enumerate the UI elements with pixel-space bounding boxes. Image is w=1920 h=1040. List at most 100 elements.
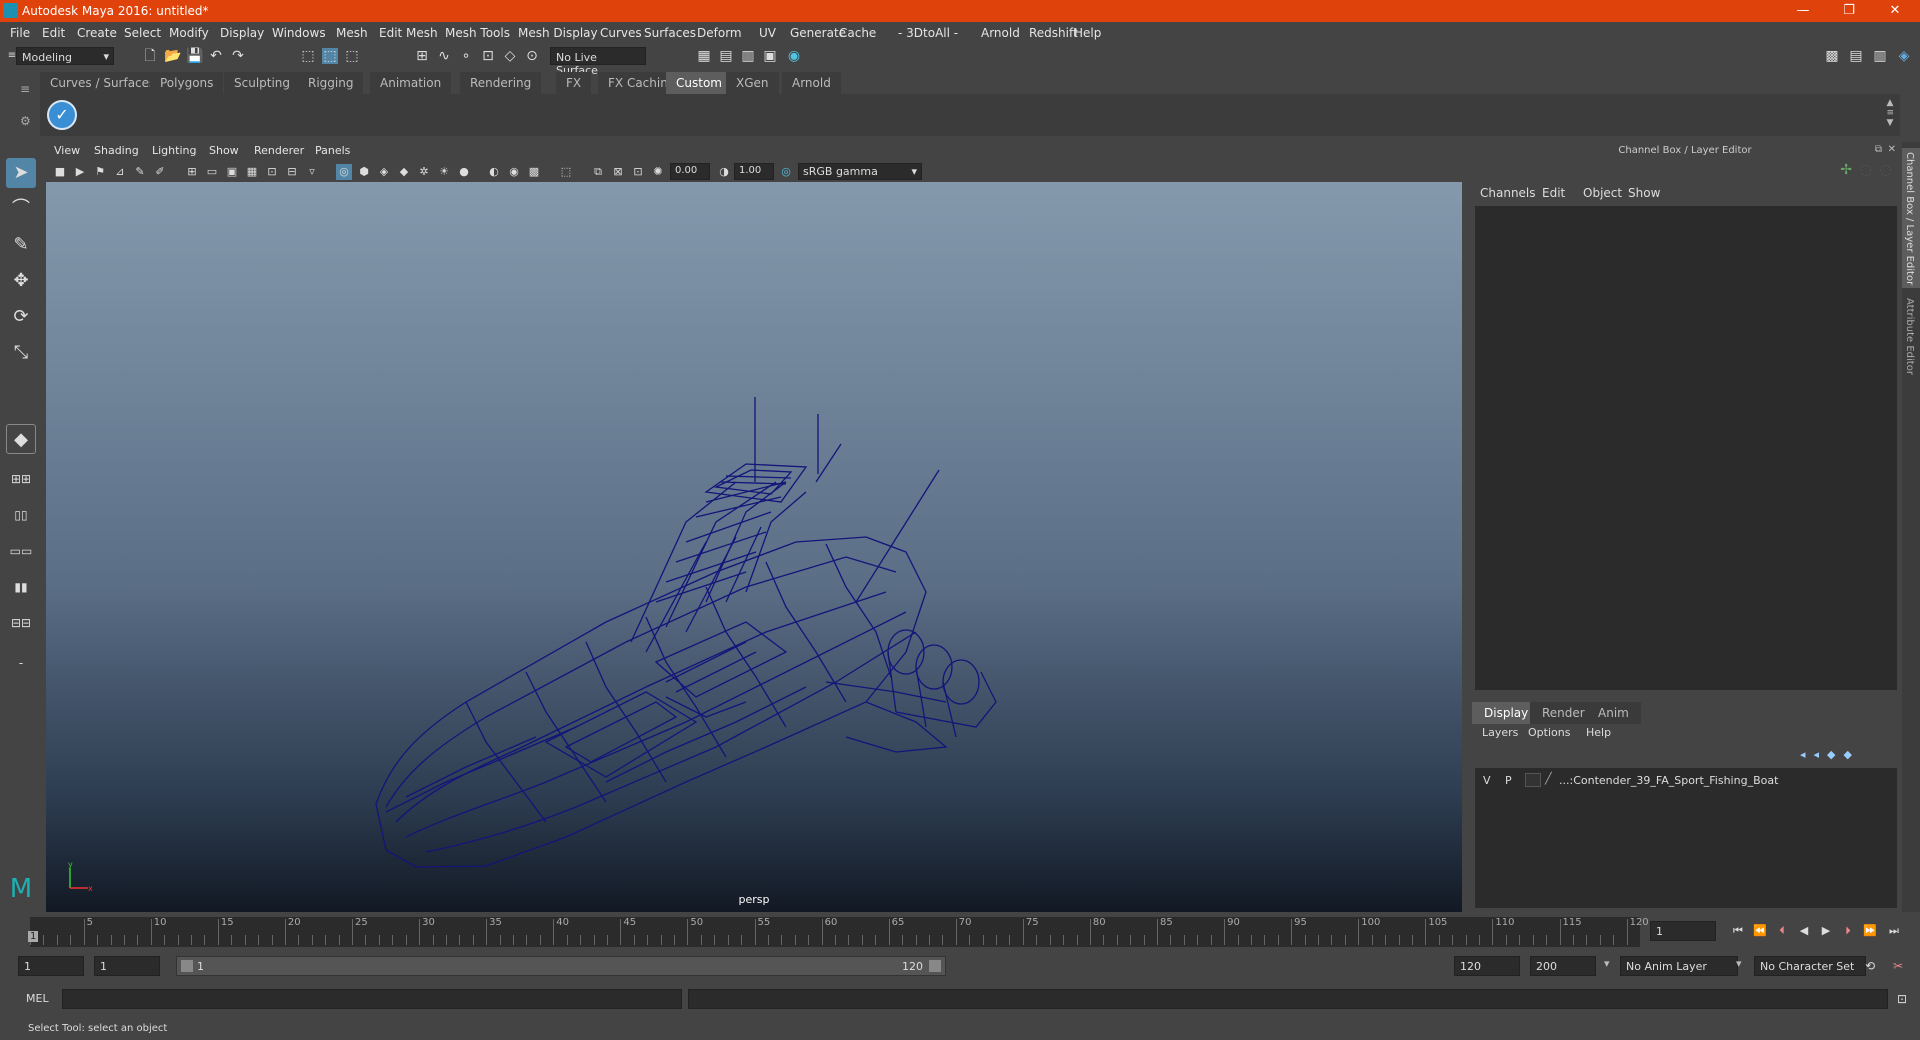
character-set-dropdown[interactable]: No Character Set (1754, 956, 1866, 976)
menu-help[interactable]: Help (1074, 26, 1101, 40)
scale-tool-icon[interactable]: ⤡ (6, 338, 36, 368)
camera-select-icon[interactable]: ■ (52, 164, 68, 180)
shelf-settings-icon[interactable]: ⚙ (20, 114, 34, 128)
snap-curve-icon[interactable]: ∿ (436, 48, 452, 64)
range-end-handle[interactable] (929, 960, 941, 972)
shelf-tab-polygons[interactable]: Polygons (150, 72, 224, 94)
layer-menu-layers[interactable]: Layers (1482, 726, 1518, 739)
move-tool-icon[interactable]: ✥ (6, 266, 36, 296)
shelf-tab-custom[interactable]: Custom (666, 72, 732, 94)
new-scene-icon[interactable]: 🗋 (142, 48, 158, 64)
xray-components-icon[interactable]: ⊡ (630, 164, 646, 180)
close-panel-icon[interactable]: ✕ (1888, 144, 1896, 155)
menu-mesh-display[interactable]: Mesh Display (518, 26, 598, 40)
viewport-menu-show[interactable]: Show (209, 144, 239, 157)
gamma-icon[interactable]: ◑ (716, 164, 732, 180)
layer-visibility-toggle[interactable]: V (1483, 774, 1497, 787)
script-editor-icon[interactable]: ⊡ (1894, 991, 1910, 1007)
screen-space-ao-icon[interactable]: ● (456, 164, 472, 180)
bookmark-icon[interactable]: ⚑ (92, 164, 108, 180)
smooth-shade-icon[interactable]: ⬢ (356, 164, 372, 180)
current-frame-field[interactable]: 1 (1650, 921, 1716, 941)
live-surface-field[interactable]: No Live Surface (550, 47, 646, 77)
workspace-layout-icon[interactable]: ▤ (1848, 48, 1864, 64)
channel-menu-edit[interactable]: Edit (1542, 186, 1565, 200)
layer-color-icon[interactable]: ╱ (1545, 772, 1559, 785)
open-scene-icon[interactable]: 📂 (164, 48, 181, 64)
channel-list-area[interactable] (1475, 206, 1897, 690)
time-slider-track[interactable]: 5 10 15 20 25 30 35 40 45 50 55 60 65 70 75 80 85 90 95 100… (28, 917, 1649, 947)
step-forward-key-icon[interactable]: ⏵ (1840, 923, 1856, 939)
exposure-field[interactable]: 0.00 (670, 163, 710, 180)
undo-icon[interactable]: ↶ (208, 48, 224, 64)
shelf-tab-curves-surfaces[interactable]: Curves / Surfaces (40, 72, 166, 94)
layer-playback-toggle[interactable]: P (1505, 774, 1519, 787)
current-frame-marker[interactable]: 1 (28, 931, 39, 942)
menu--3dtoall-[interactable]: - 3DtoAll - (898, 26, 958, 40)
shelf-tab-rendering[interactable]: Rendering (460, 72, 542, 94)
shelf-tab-fx[interactable]: FX (556, 72, 592, 94)
chevron-down-icon[interactable]: ▾ (1736, 957, 1742, 970)
layer-menu-options[interactable]: Options (1528, 726, 1570, 739)
workspace-modeling-icon[interactable]: ▩ (1824, 48, 1840, 64)
snap-grid-icon[interactable]: ⊞ (414, 48, 430, 64)
ipr-render-icon[interactable]: ▥ (740, 48, 756, 64)
depth-of-field-icon[interactable]: ▩ (526, 164, 542, 180)
menu-curves[interactable]: Curves (600, 26, 642, 40)
color-management-icon[interactable]: ◎ (778, 164, 794, 180)
layer-tab-anim[interactable]: Anim (1586, 702, 1641, 724)
persp-hypershade-layout-icon[interactable]: ▮▮ (6, 572, 36, 602)
select-by-component-icon[interactable]: ⬚ (344, 48, 360, 64)
persp-outliner-layout-icon[interactable]: ▯▯ (6, 500, 36, 530)
perspective-viewport[interactable]: yx persp (46, 182, 1462, 912)
shelf-tab-rigging[interactable]: Rigging (298, 72, 364, 94)
menu-select[interactable]: Select (124, 26, 161, 40)
layer-menu-help[interactable]: Help (1586, 726, 1611, 739)
viewport-menu-panels[interactable]: Panels (315, 144, 350, 157)
make-live-icon[interactable]: ⊙ (524, 48, 540, 64)
select-tool-icon[interactable]: ➤ (6, 158, 36, 188)
redo-icon[interactable]: ↷ (230, 48, 246, 64)
minimize-button[interactable]: — (1780, 0, 1826, 22)
use-all-lights-icon[interactable]: ✲ (416, 164, 432, 180)
playback-start-field[interactable]: 1 (94, 956, 160, 976)
side-tab-channel-box[interactable]: Channel Box / Layer Editor (1902, 148, 1920, 288)
menu-deform[interactable]: Deform (697, 26, 742, 40)
playback-end-field[interactable]: 120 (1454, 956, 1520, 976)
snap-surface-icon[interactable]: ◇ (502, 48, 518, 64)
viewport-menu-renderer[interactable]: Renderer (254, 144, 304, 157)
menu-surfaces[interactable]: Surfaces (644, 26, 696, 40)
xray-joints-icon[interactable]: ⊠ (610, 164, 626, 180)
play-forwards-icon[interactable]: ▶ (1818, 923, 1834, 939)
multisample-aa-icon[interactable]: ◉ (506, 164, 522, 180)
menu-create[interactable]: Create (77, 26, 117, 40)
float-panel-icon[interactable]: ⧉ (1875, 144, 1882, 155)
layer-name[interactable]: ...:Contender_39_FA_Sport_Fishing_Boat (1559, 774, 1778, 787)
range-start-handle[interactable] (181, 960, 193, 972)
menu-redshift[interactable]: Redshift (1029, 26, 1078, 40)
single-perspective-layout-icon[interactable]: ◆ (6, 424, 36, 454)
shelf-tab-sculpting[interactable]: Sculpting (224, 72, 301, 94)
layout-more-icon[interactable]: - (6, 648, 36, 678)
step-back-frame-icon[interactable]: ⏪ (1752, 923, 1768, 939)
grease-pencil-icon[interactable]: ✎ (132, 164, 148, 180)
chevron-down-icon[interactable]: ▾ (1604, 957, 1610, 970)
menu-mesh-tools[interactable]: Mesh Tools (445, 26, 510, 40)
side-tab-attribute-editor[interactable]: Attribute Editor (1902, 294, 1920, 384)
persp-uv-layout-icon[interactable]: ⊟⊟ (6, 608, 36, 638)
menu-file[interactable]: File (10, 26, 30, 40)
menu-display[interactable]: Display (220, 26, 264, 40)
select-by-object-icon[interactable]: ⬚ (322, 48, 338, 64)
isolate-select-icon[interactable]: ⬚ (558, 164, 574, 180)
persp-graph-layout-icon[interactable]: ▭▭ (6, 536, 36, 566)
viewport-menu-lighting[interactable]: Lighting (152, 144, 196, 157)
anim-start-field[interactable]: 1 (18, 956, 84, 976)
image-plane-icon[interactable]: ⊿ (112, 164, 128, 180)
four-view-layout-icon[interactable]: ⊞⊞ (6, 464, 36, 494)
shelf-scroll-icon[interactable]: ▲ ≡ ▼ (1886, 98, 1894, 128)
field-chart-icon[interactable]: ⊡ (264, 164, 280, 180)
custom-shelf-check-icon[interactable]: ✓ (47, 100, 77, 130)
view-transform-dropdown[interactable]: sRGB gamma ▾ (798, 163, 922, 180)
gate-mask-icon[interactable]: ▦ (244, 164, 260, 180)
wireframe-icon[interactable]: ◎ (336, 164, 352, 180)
